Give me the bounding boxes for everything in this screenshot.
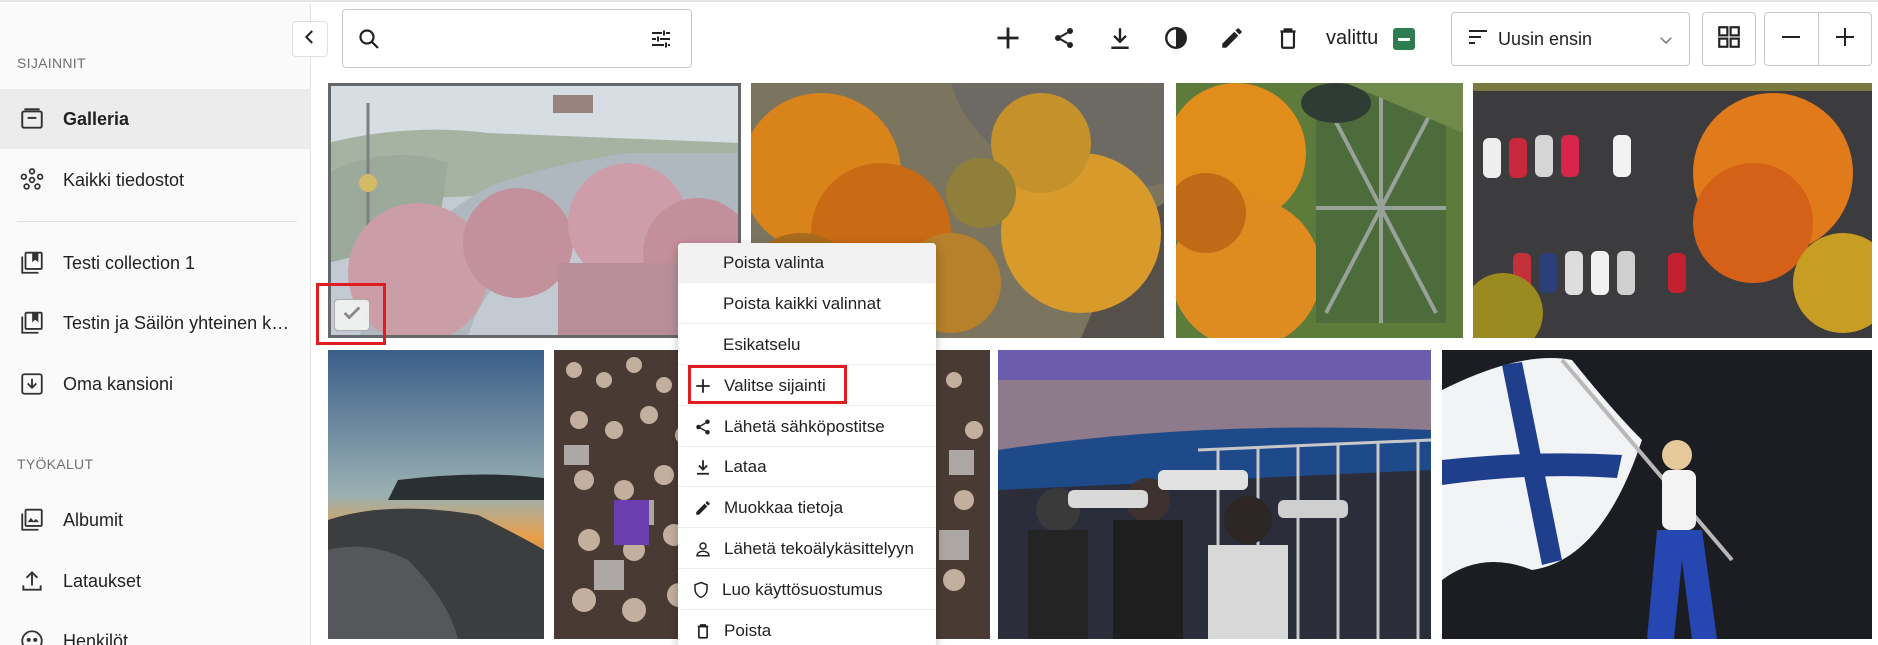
menu-item-send-email[interactable]: Lähetä sähköpostitse [678, 407, 936, 447]
app-window: SIJAINNIT Galleria Kaikki tiedostot Test… [0, 0, 1878, 645]
gallery-photo-photographers-stadium[interactable] [998, 350, 1431, 639]
search-icon[interactable] [357, 27, 381, 56]
section-title-locations: SIJAINNIT [17, 55, 86, 71]
all-files-icon [18, 166, 46, 194]
filter-settings-icon[interactable] [649, 27, 673, 56]
gallery-photo-parking-autumn[interactable] [1473, 83, 1872, 338]
edit-icon [692, 497, 714, 519]
menu-item-label: Poista [724, 621, 772, 640]
menu-item-create-consent[interactable]: Luo käyttösuostumus [678, 570, 936, 610]
grid-view-button[interactable] [1702, 12, 1756, 66]
sidebar-item-label: Testi collection 1 [63, 252, 196, 273]
zoom-controls [1764, 12, 1872, 66]
menu-item-label: Luo käyttösuostumus [722, 579, 883, 599]
menu-item-deselect[interactable]: Poista valinta [678, 243, 936, 283]
sidebar-item-own-folder[interactable]: Oma kansioni [0, 354, 311, 414]
sidebar-item-people[interactable]: Henkilöt [0, 611, 311, 645]
menu-item-deselect-all[interactable]: Poista kaikki valinnat [678, 284, 936, 324]
plus-icon [1833, 25, 1857, 54]
sort-label: Uusin ensin [1498, 28, 1593, 49]
sidebar-item-uploads[interactable]: Lataukset [0, 551, 311, 611]
sidebar: SIJAINNIT Galleria Kaikki tiedostot Test… [0, 4, 311, 645]
sidebar-item-label: Galleria [63, 108, 130, 129]
trash-icon[interactable] [1273, 23, 1303, 53]
sidebar-item-label: Testin ja Säilön yhteinen kok… [63, 312, 298, 333]
people-icon [18, 627, 46, 645]
menu-item-label: Poista kaikki valinnat [723, 293, 881, 313]
download-icon[interactable] [1105, 23, 1135, 53]
gallery-photo-finland-flag[interactable] [1442, 350, 1872, 639]
menu-highlight-annotation [688, 365, 847, 404]
add-icon[interactable] [993, 23, 1023, 53]
download-icon [692, 456, 714, 478]
shield-icon [690, 579, 712, 601]
menu-item-label: Lähetä tekoälykäsittelyyn [724, 538, 914, 558]
sort-select[interactable]: Uusin ensin [1451, 12, 1690, 66]
section-title-tools: TYÖKALUT [17, 456, 94, 472]
menu-item-label: Muokkaa tietoja [724, 497, 844, 517]
menu-item-label: Esikatselu [723, 334, 801, 354]
tile-select-checkbox[interactable] [334, 299, 370, 331]
folder-download-icon [18, 370, 46, 398]
trash-icon [692, 620, 714, 642]
person-icon [692, 538, 714, 560]
sidebar-item-albums[interactable]: Albumit [0, 490, 311, 550]
share-icon[interactable] [1049, 23, 1079, 53]
chevron-left-icon [301, 28, 319, 51]
menu-item-delete[interactable]: Poista [678, 611, 936, 645]
menu-item-label: Lataa [724, 456, 767, 476]
sidebar-item-label: Oma kansioni [63, 373, 174, 394]
context-menu: Poista valinta Poista kaikki valinnat Es… [678, 243, 936, 645]
contrast-icon[interactable] [1161, 23, 1191, 53]
sidebar-divider [17, 221, 297, 222]
menu-item-label: Poista valinta [723, 252, 825, 272]
sidebar-item-gallery[interactable]: Galleria [0, 89, 311, 149]
menu-item-edit-info[interactable]: Muokkaa tietoja [678, 488, 936, 528]
selected-count-label: valittu [1326, 27, 1379, 49]
gallery-photo-sunset-rocks[interactable] [328, 350, 544, 639]
minus-icon [1779, 25, 1803, 54]
grid-icon [1716, 24, 1742, 55]
collection-icon [18, 249, 46, 277]
album-icon [18, 506, 46, 534]
search-box [342, 9, 692, 68]
deselect-toggle[interactable] [1393, 28, 1415, 50]
gallery-icon [18, 105, 46, 133]
edit-icon[interactable] [1217, 23, 1247, 53]
gallery-photo-garden-aerial[interactable] [1176, 83, 1463, 338]
upload-icon [18, 567, 46, 595]
sidebar-item-testi-collection-1[interactable]: Testi collection 1 [0, 233, 311, 293]
collection-icon [18, 309, 46, 337]
check-icon [341, 302, 363, 329]
sidebar-item-all-files[interactable]: Kaikki tiedostot [0, 150, 311, 210]
sidebar-item-label: Lataukset [63, 570, 142, 591]
sidebar-item-shared-collection[interactable]: Testin ja Säilön yhteinen kok… [0, 293, 311, 353]
zoom-in-button[interactable] [1817, 13, 1871, 65]
sidebar-item-label: Albumit [63, 509, 124, 530]
share-icon [692, 416, 714, 438]
zoom-out-button[interactable] [1765, 13, 1818, 65]
sidebar-item-label: Henkilöt [63, 630, 129, 645]
chevron-down-icon [1657, 31, 1675, 54]
sort-icon [1468, 28, 1488, 51]
menu-item-label: Lähetä sähköpostitse [724, 416, 885, 436]
collapse-sidebar-button[interactable] [292, 21, 328, 57]
menu-item-send-ai-processing[interactable]: Lähetä tekoälykäsittelyyn [678, 529, 936, 569]
sidebar-item-label: Kaikki tiedostot [63, 169, 185, 190]
menu-item-preview[interactable]: Esikatselu [678, 325, 936, 365]
minus-icon [1398, 37, 1410, 41]
menu-item-download[interactable]: Lataa [678, 447, 936, 487]
search-input[interactable] [393, 24, 633, 54]
